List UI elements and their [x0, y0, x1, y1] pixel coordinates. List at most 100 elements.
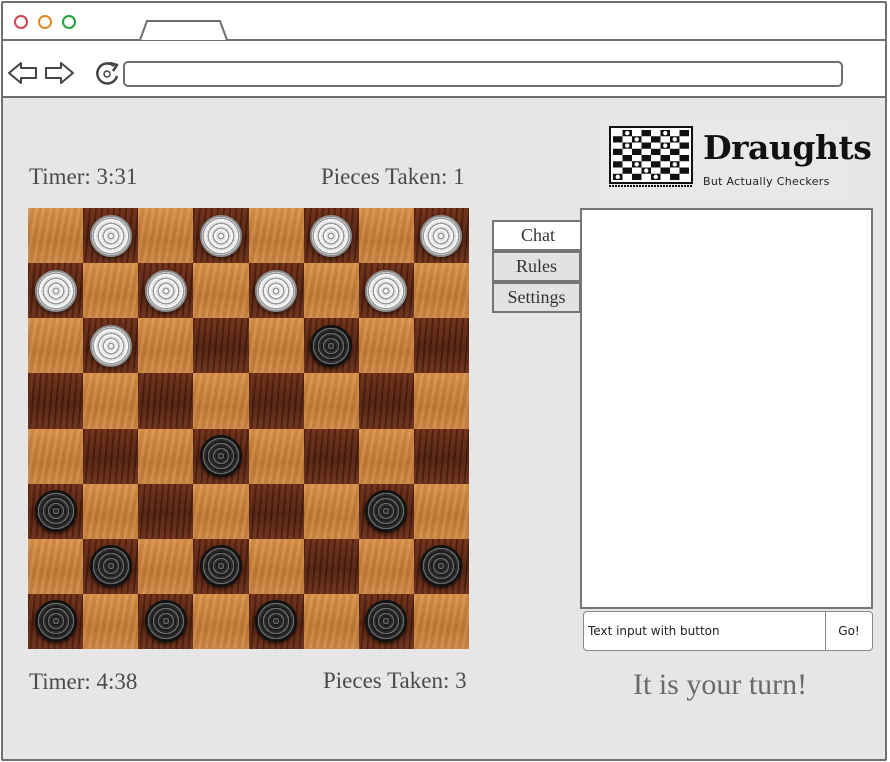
board-square[interactable] [358, 483, 414, 539]
board-square[interactable] [138, 593, 194, 649]
black-piece[interactable] [310, 324, 353, 367]
board-square[interactable] [413, 483, 469, 539]
board-square[interactable] [138, 483, 194, 539]
board-square[interactable] [248, 263, 304, 319]
board-square[interactable] [193, 263, 249, 319]
board-square[interactable] [303, 208, 359, 264]
black-piece[interactable] [144, 600, 187, 643]
board-square[interactable] [28, 208, 84, 264]
board-square[interactable] [83, 373, 139, 429]
maximize-window-icon[interactable] [62, 15, 76, 29]
white-piece[interactable] [34, 269, 77, 312]
board-square[interactable] [193, 318, 249, 374]
board-square[interactable] [248, 318, 304, 374]
board-square[interactable] [28, 538, 84, 594]
board-square[interactable] [248, 428, 304, 484]
board-square[interactable] [193, 208, 249, 264]
send-button[interactable]: Go! [825, 611, 873, 651]
board-square[interactable] [303, 318, 359, 374]
board-square[interactable] [28, 318, 84, 374]
board-square[interactable] [28, 593, 84, 649]
board-square[interactable] [358, 208, 414, 264]
black-piece[interactable] [199, 545, 242, 588]
board-square[interactable] [28, 263, 84, 319]
black-piece[interactable] [365, 490, 408, 533]
tab-rules[interactable]: Rules [492, 251, 581, 282]
black-piece[interactable] [365, 600, 408, 643]
board-square[interactable] [83, 538, 139, 594]
board-square[interactable] [248, 373, 304, 429]
white-piece[interactable] [255, 269, 298, 312]
white-piece[interactable] [199, 214, 242, 257]
board-square[interactable] [358, 538, 414, 594]
board-square[interactable] [83, 208, 139, 264]
board-square[interactable] [193, 428, 249, 484]
board-square[interactable] [303, 483, 359, 539]
board-square[interactable] [413, 593, 469, 649]
board-square[interactable] [28, 428, 84, 484]
board-square[interactable] [413, 208, 469, 264]
board-square[interactable] [413, 263, 469, 319]
board-square[interactable] [28, 483, 84, 539]
black-piece[interactable] [34, 600, 77, 643]
board-square[interactable] [358, 373, 414, 429]
board-square[interactable] [248, 538, 304, 594]
board-square[interactable] [413, 318, 469, 374]
back-arrow-icon[interactable] [7, 59, 39, 87]
black-piece[interactable] [89, 545, 132, 588]
white-piece[interactable] [420, 214, 463, 257]
board-square[interactable] [138, 208, 194, 264]
black-piece[interactable] [420, 545, 463, 588]
board-square[interactable] [413, 373, 469, 429]
board-square[interactable] [138, 263, 194, 319]
board-square[interactable] [138, 373, 194, 429]
board-square[interactable] [303, 593, 359, 649]
board-square[interactable] [28, 373, 84, 429]
forward-arrow-icon[interactable] [43, 59, 75, 87]
board-square[interactable] [358, 263, 414, 319]
checkers-board[interactable] [28, 208, 469, 649]
black-piece[interactable] [255, 600, 298, 643]
board-square[interactable] [303, 373, 359, 429]
reload-icon[interactable] [94, 60, 122, 88]
board-square[interactable] [413, 538, 469, 594]
white-piece[interactable] [89, 324, 132, 367]
board-square[interactable] [138, 428, 194, 484]
board-square[interactable] [83, 318, 139, 374]
close-window-icon[interactable] [14, 15, 28, 29]
board-square[interactable] [358, 428, 414, 484]
black-piece[interactable] [199, 435, 242, 478]
tab-settings[interactable]: Settings [492, 282, 581, 313]
board-square[interactable] [193, 538, 249, 594]
board-square[interactable] [303, 428, 359, 484]
board-square[interactable] [248, 208, 304, 264]
board-square[interactable] [83, 428, 139, 484]
minimize-window-icon[interactable] [38, 15, 52, 29]
tab-chat[interactable]: Chat [492, 220, 582, 251]
browser-tab[interactable] [138, 19, 228, 41]
board-square[interactable] [358, 318, 414, 374]
board-square[interactable] [303, 538, 359, 594]
board-square[interactable] [83, 263, 139, 319]
white-piece[interactable] [310, 214, 353, 257]
address-bar[interactable] [123, 61, 843, 87]
board-square[interactable] [248, 593, 304, 649]
board-square[interactable] [248, 483, 304, 539]
white-piece[interactable] [365, 269, 408, 312]
board-square[interactable] [83, 483, 139, 539]
white-piece[interactable] [144, 269, 187, 312]
chat-input[interactable] [583, 611, 826, 651]
board-square[interactable] [138, 318, 194, 374]
board-square[interactable] [358, 593, 414, 649]
title-bar [3, 3, 885, 41]
board-square[interactable] [83, 593, 139, 649]
board-square[interactable] [193, 593, 249, 649]
board-square[interactable] [138, 538, 194, 594]
black-piece[interactable] [34, 490, 77, 533]
board-square[interactable] [303, 263, 359, 319]
board-square[interactable] [413, 428, 469, 484]
board-square[interactable] [193, 483, 249, 539]
board-square[interactable] [193, 373, 249, 429]
white-piece[interactable] [89, 214, 132, 257]
navigation-bar [3, 41, 885, 98]
